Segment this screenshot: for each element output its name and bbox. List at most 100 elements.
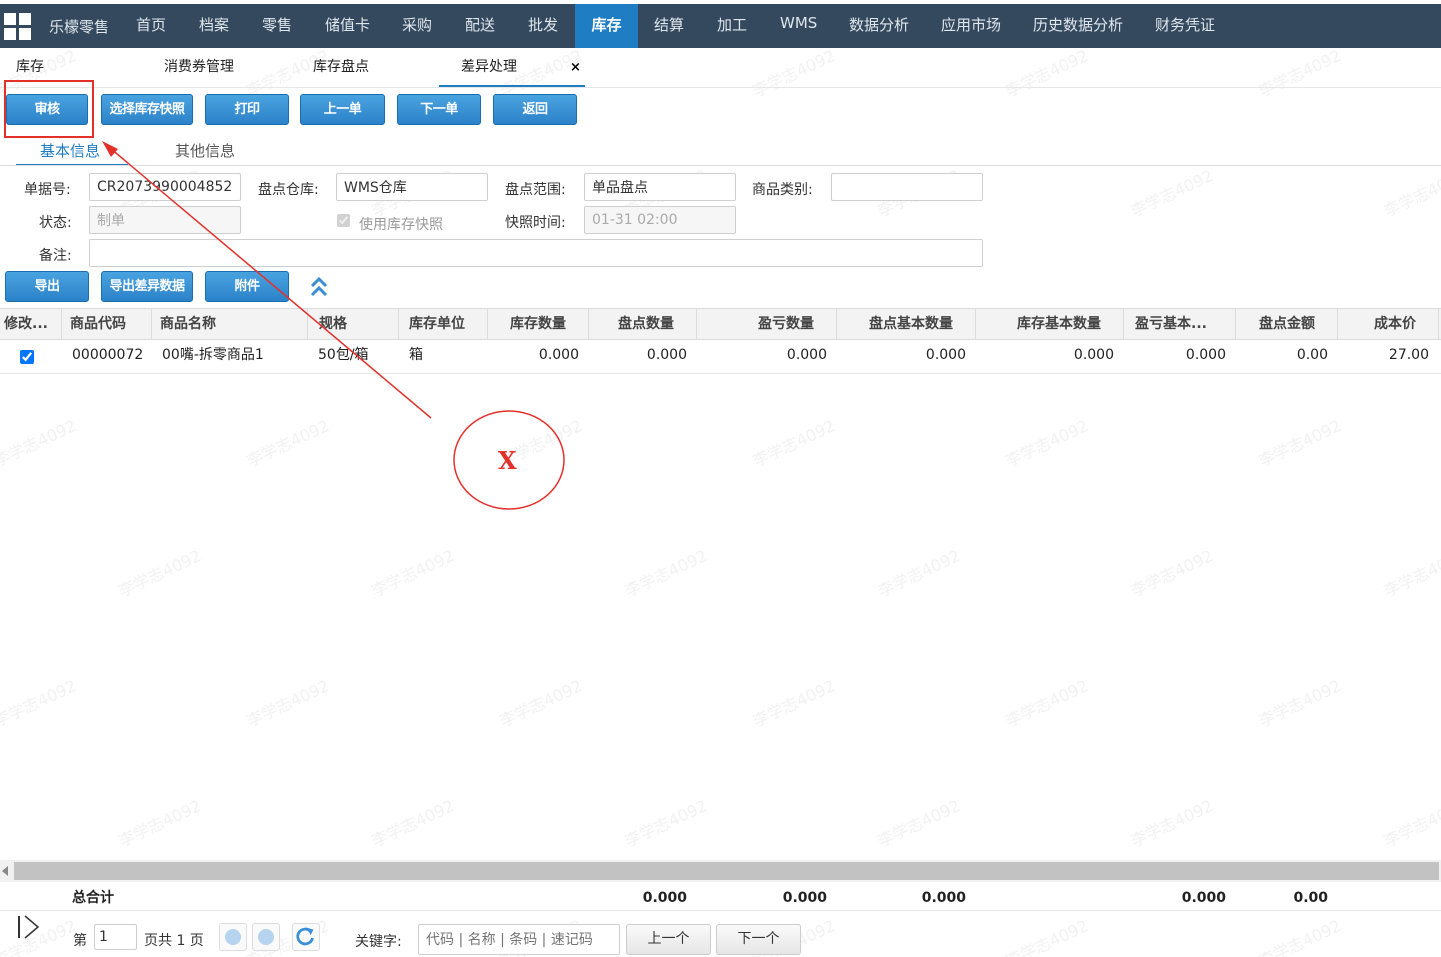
cell-count-base-qty: 0.000	[925, 347, 966, 363]
apps-grid-icon[interactable]	[4, 13, 32, 41]
col-count-qty[interactable]: 盘点数量	[589, 309, 697, 339]
watermark-text: 李学志4092	[368, 795, 458, 851]
watermark-text: 李学志4092	[1127, 545, 1217, 601]
page-total: 页共 1 页	[144, 933, 204, 949]
warehouse-field[interactable]	[336, 173, 488, 201]
next-doc-button[interactable]: 下一单	[397, 94, 481, 125]
nav-processing[interactable]: 加工	[717, 4, 747, 48]
collapse-up-icon[interactable]	[309, 276, 329, 298]
nav-purchase[interactable]: 采购	[402, 4, 432, 48]
close-tab-icon[interactable]: ×	[570, 48, 581, 87]
watermark-text: 李学志4092	[621, 795, 711, 851]
next-result-button[interactable]: 下一个	[716, 924, 801, 955]
total-count-amount: 0.00	[1293, 890, 1328, 906]
col-count-amount[interactable]: 盘点金额	[1236, 309, 1338, 339]
cell-count-amount: 0.00	[1296, 347, 1328, 363]
refresh-icon[interactable]	[292, 923, 320, 951]
prev-doc-button[interactable]: 上一单	[300, 94, 385, 125]
snapshot-time-field	[584, 206, 736, 234]
keyword-label: 关键字:	[355, 934, 402, 950]
nav-retail[interactable]: 零售	[262, 4, 292, 48]
watermark-text: 李学志4092	[243, 415, 333, 471]
scope-field[interactable]	[584, 173, 736, 201]
scrollbar-thumb[interactable]	[14, 862, 1439, 880]
col-stock-base-qty[interactable]: 库存基本数量	[976, 309, 1124, 339]
cell-profit-qty: 0.000	[786, 347, 827, 363]
col-spec[interactable]: 规格	[308, 309, 399, 339]
nav-wms[interactable]: WMS	[780, 2, 817, 46]
remark-label: 备注:	[39, 248, 72, 264]
col-profit-base-qty[interactable]: 盈亏基本...	[1124, 309, 1236, 339]
category-label: 商品类别:	[752, 182, 813, 198]
export-difference-button[interactable]: 导出差异数据	[101, 271, 193, 302]
print-button[interactable]: 打印	[205, 94, 289, 125]
table-row[interactable]: 00000072 00嘴-拆零商品1 50包/箱 箱 0.000 0.000 0…	[0, 340, 1441, 374]
use-snapshot-checkbox	[337, 214, 350, 227]
col-modified[interactable]: 修改...	[0, 309, 62, 339]
nav-wholesale[interactable]: 批发	[528, 4, 558, 48]
watermark-text: 李学志4092	[368, 545, 458, 601]
tab-stock-count[interactable]: 库存盘点	[313, 48, 369, 87]
prev-result-button[interactable]: 上一个	[626, 924, 711, 955]
subtab-basic-info[interactable]: 基本信息	[16, 140, 128, 166]
watermark-text: 李学志4092	[0, 675, 80, 731]
nav-finance-voucher[interactable]: 财务凭证	[1155, 4, 1215, 48]
totals-row: 总合计 0.000 0.000 0.000 0.000 0.00	[0, 883, 1441, 911]
approve-button[interactable]: 审核	[6, 94, 88, 125]
watermark-text: 李学志4092	[243, 675, 333, 731]
scroll-left-icon[interactable]	[2, 866, 8, 876]
watermark-text: 李学志4092	[1380, 545, 1441, 601]
page-next-icon[interactable]	[219, 923, 247, 951]
col-profit-qty[interactable]: 盈亏数量	[697, 309, 837, 339]
row-modified-checkbox[interactable]	[20, 350, 34, 364]
cell-spec: 50包/箱	[318, 347, 369, 363]
col-stock-qty[interactable]: 库存数量	[488, 309, 589, 339]
nav-stored-value-card[interactable]: 储值卡	[325, 4, 370, 48]
subtab-other-info[interactable]: 其他信息	[175, 140, 235, 166]
col-product-name[interactable]: 商品名称	[152, 309, 308, 339]
back-button[interactable]: 返回	[493, 94, 577, 125]
page-prefix: 第	[73, 933, 87, 949]
page-first-icon[interactable]	[14, 913, 42, 941]
nav-distribution[interactable]: 配送	[465, 4, 495, 48]
col-stock-unit[interactable]: 库存单位	[399, 309, 488, 339]
keyword-search-input[interactable]	[418, 924, 620, 955]
status-label: 状态:	[39, 215, 72, 231]
app-root: 李学志4092 李学志4092 李学志4092 李学志4092 李学志4092 李学志40…	[0, 0, 1441, 957]
tab-difference-handling[interactable]: 差异处理	[439, 48, 585, 87]
watermark-text: 李学志4092	[1002, 915, 1092, 957]
page-number-input[interactable]	[94, 924, 137, 950]
col-product-code[interactable]: 商品代码	[62, 309, 152, 339]
nav-home[interactable]: 首页	[136, 4, 166, 48]
page-last-icon[interactable]	[252, 923, 280, 951]
watermark-text: 李学志4092	[1255, 675, 1345, 731]
watermark-text: 李学志4092	[1380, 165, 1441, 221]
tab-inventory[interactable]: 库存	[16, 48, 44, 87]
cell-stock-unit: 箱	[409, 347, 423, 363]
horizontal-scrollbar[interactable]	[0, 860, 1441, 882]
export-button[interactable]: 导出	[5, 271, 89, 302]
doc-no-label: 单据号:	[24, 182, 71, 198]
nav-data-analysis[interactable]: 数据分析	[849, 4, 909, 48]
category-field[interactable]	[831, 173, 983, 201]
nav-app-market[interactable]: 应用市场	[941, 4, 1001, 48]
remark-field[interactable]	[89, 239, 983, 267]
cell-count-qty: 0.000	[646, 347, 687, 363]
nav-inventory[interactable]: 库存	[575, 4, 638, 48]
col-count-base-qty[interactable]: 盘点基本数量	[837, 309, 976, 339]
nav-settlement[interactable]: 结算	[654, 4, 684, 48]
watermark-text: 李学志4092	[115, 795, 205, 851]
col-cost-price[interactable]: 成本价	[1338, 309, 1439, 339]
doc-no-field[interactable]	[89, 173, 241, 201]
nav-archive[interactable]: 档案	[199, 4, 229, 48]
use-snapshot-label: 使用库存快照	[359, 217, 443, 233]
attachment-button[interactable]: 附件	[205, 271, 289, 302]
cell-product-name: 00嘴-拆零商品1	[162, 347, 264, 363]
watermark-text: 李学志4092	[1127, 165, 1217, 221]
nav-history-analysis[interactable]: 历史数据分析	[1033, 4, 1123, 48]
watermark-text: 李学志4092	[115, 545, 205, 601]
select-snapshot-button[interactable]: 选择库存快照	[101, 94, 193, 125]
tab-coupon-management[interactable]: 消费券管理	[164, 48, 234, 87]
totals-label: 总合计	[72, 890, 114, 906]
snapshot-time-label: 快照时间:	[505, 215, 566, 231]
